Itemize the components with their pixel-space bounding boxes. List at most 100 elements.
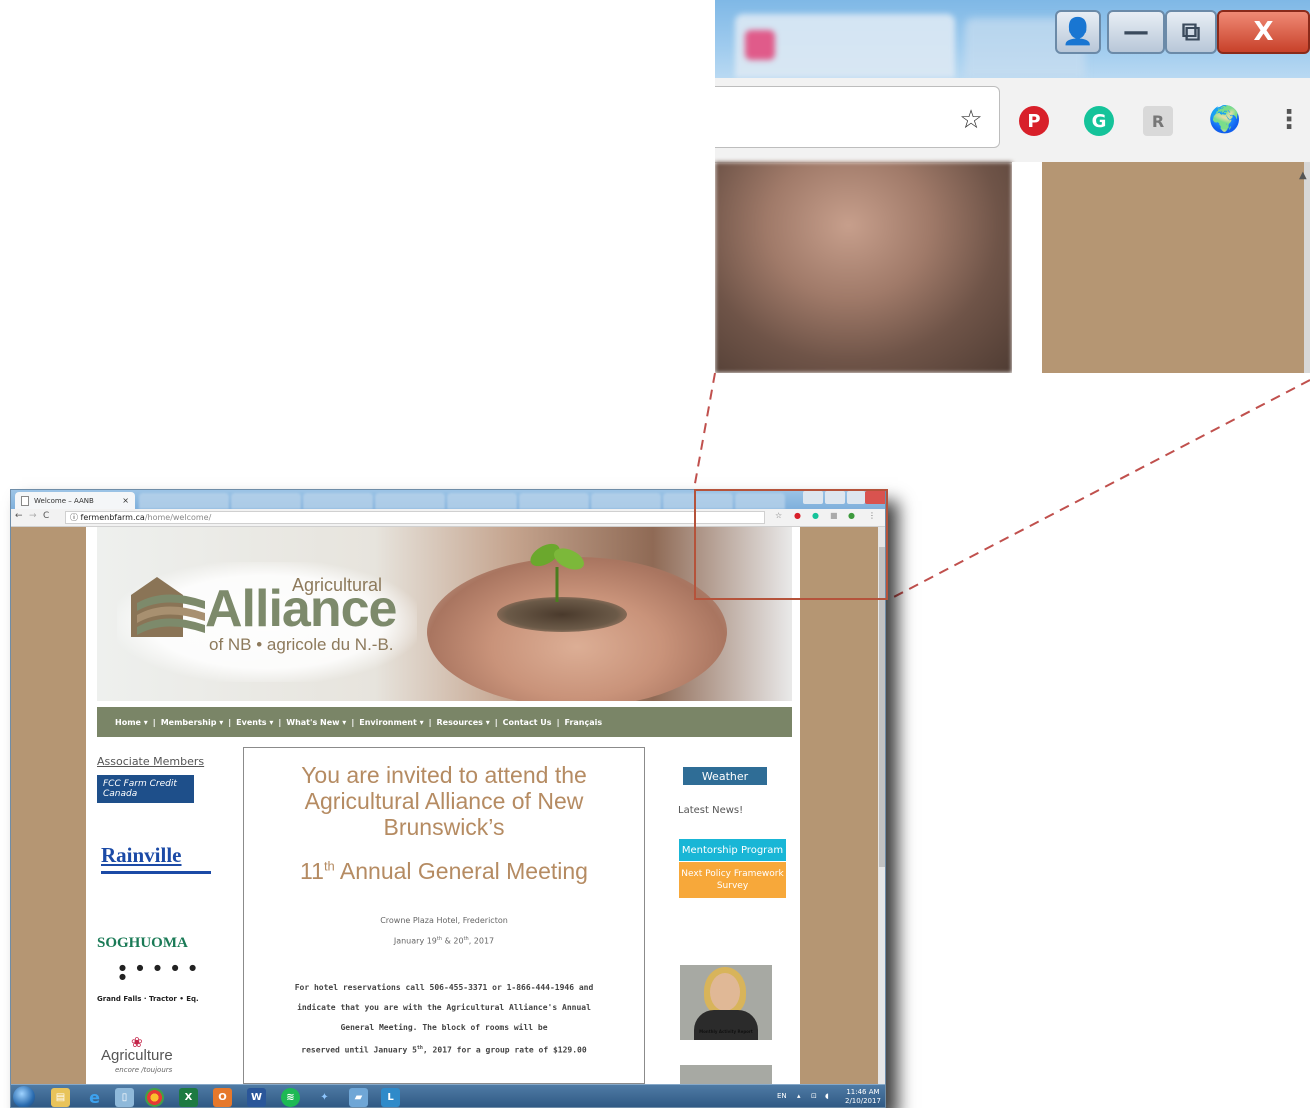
tab-blurred[interactable] bbox=[447, 493, 517, 509]
policy-survey-button[interactable]: Next Policy Framework Survey bbox=[679, 862, 786, 898]
invitation-headline: You are invited to attend the Agricultur… bbox=[301, 762, 587, 840]
word-icon[interactable]: W bbox=[247, 1088, 266, 1107]
agriculture-tagline: encore /toujours bbox=[115, 1066, 173, 1074]
forward-arrow-icon[interactable]: → bbox=[29, 511, 37, 521]
agm-title: 11th Annual General Meeting bbox=[300, 858, 588, 884]
page-icon bbox=[21, 495, 29, 506]
zoom-scrollbar[interactable] bbox=[1304, 162, 1310, 373]
zoom-page-content: ▲ bbox=[715, 162, 1310, 373]
tab-welcome[interactable]: Welcome – AANB × bbox=[15, 492, 135, 509]
scroll-up-arrow-icon[interactable]: ▲ bbox=[1299, 170, 1307, 181]
globe-icon[interactable]: 🌍 bbox=[1207, 102, 1243, 138]
url-domain: fermenbfarm.ca bbox=[80, 513, 145, 522]
nav-whats-new[interactable]: What's New ▾ bbox=[286, 718, 346, 727]
logo-text-alliance: Alliance bbox=[205, 580, 397, 638]
zoom-inset: 👤 — ⧉ X ☆ P G R 🌍 ⋮ ▲ bbox=[715, 0, 1310, 373]
lync-icon[interactable]: L bbox=[381, 1088, 400, 1107]
nav-membership[interactable]: Membership ▾ bbox=[161, 718, 224, 727]
associate-members-heading[interactable]: Associate Members bbox=[97, 755, 217, 768]
internet-explorer-icon[interactable]: e bbox=[85, 1088, 104, 1107]
spotify-icon[interactable]: ≋ bbox=[281, 1088, 300, 1107]
tab-blurred[interactable] bbox=[231, 493, 301, 509]
agriculture-logo[interactable]: Agriculture bbox=[101, 1047, 173, 1064]
tray-language[interactable]: EN bbox=[777, 1092, 787, 1100]
soghuoma-dots: ● ● ● ● ● ● bbox=[119, 963, 201, 981]
zoom-tab-favicon bbox=[745, 30, 775, 60]
nav-contact-us[interactable]: Contact Us bbox=[503, 718, 552, 727]
nav-francais[interactable]: Français bbox=[564, 718, 602, 727]
latest-news-heading: Latest News! bbox=[678, 805, 744, 816]
page-body: Agricultural Alliance of NB • agricole d… bbox=[86, 527, 800, 1084]
connector-right bbox=[887, 379, 1310, 601]
venue-text: Crowne Plaza Hotel, Fredericton bbox=[380, 916, 508, 925]
reload-icon[interactable]: C bbox=[43, 511, 49, 521]
file-explorer-icon[interactable]: ▤ bbox=[51, 1088, 70, 1107]
agm-announcement: You are invited to attend the Agricultur… bbox=[243, 747, 645, 1084]
volume-icon[interactable]: ◖ bbox=[825, 1092, 829, 1100]
page-scrollbar[interactable] bbox=[878, 527, 885, 1084]
nav-home[interactable]: Home ▾ bbox=[115, 718, 148, 727]
tab-blurred[interactable] bbox=[375, 493, 445, 509]
second-photo[interactable] bbox=[680, 1065, 772, 1084]
start-button[interactable] bbox=[13, 1086, 35, 1107]
tab-blurred[interactable] bbox=[139, 493, 229, 509]
grand-falls-tractor-logo[interactable]: Grand Falls · Tractor • Eq. bbox=[97, 995, 207, 1025]
dates-text: January 19th & 20th, 2017 bbox=[393, 936, 495, 946]
page-viewport: Agricultural Alliance of NB • agricole d… bbox=[11, 527, 878, 1084]
zoom-highlight-box bbox=[694, 489, 888, 600]
folder-icon[interactable]: ▰ bbox=[349, 1088, 368, 1107]
extension-r-icon[interactable]: R bbox=[1143, 106, 1173, 136]
zoom-banner-photo bbox=[715, 162, 1012, 373]
grammarly-icon[interactable]: G bbox=[1084, 106, 1114, 136]
nav-resources[interactable]: Resources ▾ bbox=[437, 718, 490, 727]
zoom-toolbar: ☆ P G R 🌍 ⋮ bbox=[715, 78, 1310, 163]
barn-logo-icon bbox=[131, 577, 205, 637]
rainville-logo[interactable]: Rainville bbox=[101, 843, 182, 868]
minimize-button[interactable]: — bbox=[1107, 10, 1165, 54]
url-path: /home/welcome/ bbox=[144, 513, 212, 522]
info-icon[interactable]: ⓘ bbox=[70, 513, 78, 522]
hotel-reservation-text: For hotel reservations call 506-455-3371… bbox=[294, 983, 594, 1055]
url-bar[interactable]: ⓘ fermenbfarm.ca/home/welcome/ bbox=[65, 511, 765, 524]
connector-left bbox=[693, 372, 716, 490]
nav-environment[interactable]: Environment ▾ bbox=[359, 718, 423, 727]
tab-blurred[interactable] bbox=[591, 493, 661, 509]
tab-close-icon[interactable]: × bbox=[122, 496, 129, 505]
close-window-button[interactable]: X bbox=[1217, 10, 1310, 54]
site-banner: Agricultural Alliance of NB • agricole d… bbox=[97, 527, 792, 701]
zoom-tab-strip: 👤 — ⧉ X bbox=[715, 0, 1310, 78]
nav-events[interactable]: Events ▾ bbox=[236, 718, 273, 727]
profile-icon[interactable]: 👤 bbox=[1055, 10, 1101, 54]
rainville-underline bbox=[101, 871, 211, 874]
outlook-icon[interactable]: O bbox=[213, 1088, 232, 1107]
tab-blurred[interactable] bbox=[303, 493, 373, 509]
tab-blurred[interactable] bbox=[519, 493, 589, 509]
back-arrow-icon[interactable]: ← bbox=[15, 511, 23, 521]
taskbar-clock[interactable]: 11:46 AM 2/10/2017 bbox=[845, 1088, 881, 1106]
chrome-icon[interactable] bbox=[145, 1088, 164, 1107]
excel-icon[interactable]: X bbox=[179, 1088, 198, 1107]
logo-text-subtitle: of NB • agricole du N.-B. bbox=[209, 635, 394, 654]
fcc-logo[interactable]: FCC Farm Credit Canada bbox=[97, 775, 194, 803]
bookmark-star-icon[interactable]: ☆ bbox=[953, 102, 989, 138]
zoom-page-edge bbox=[1012, 162, 1042, 373]
media-player-icon[interactable]: ✦ bbox=[315, 1088, 334, 1107]
pinterest-icon[interactable]: P bbox=[1019, 106, 1049, 136]
tab-title: Welcome – AANB bbox=[34, 496, 94, 505]
restore-button[interactable]: ⧉ bbox=[1165, 10, 1217, 54]
notepad-icon[interactable]: ▯ bbox=[115, 1088, 134, 1107]
tray-arrow-icon[interactable]: ▴ bbox=[797, 1092, 801, 1100]
zoom-tan-background bbox=[1042, 162, 1304, 373]
sprout-icon bbox=[530, 543, 584, 602]
menu-kebab-icon[interactable]: ⋮ bbox=[1271, 102, 1307, 138]
soil-photo bbox=[497, 597, 627, 632]
mentorship-program-button[interactable]: Mentorship Program bbox=[679, 839, 786, 861]
associate-members-column: Associate Members FCC Farm Credit Canada… bbox=[97, 755, 217, 1074]
windows-taskbar: ▤ e ▯ X O W ≋ ✦ ▰ L EN ▴ ⊡ ◖ 11:46 AM 2/1… bbox=[11, 1084, 885, 1107]
main-nav: Home ▾ | Membership ▾ | Events ▾ | What's N… bbox=[97, 707, 792, 737]
soghuoma-logo[interactable]: SOGHUOMA bbox=[97, 935, 188, 952]
network-icon[interactable]: ⊡ bbox=[811, 1092, 817, 1100]
monthly-report-photo[interactable]: Monthly Activity Report bbox=[680, 965, 772, 1040]
photo-caption: Monthly Activity Report bbox=[699, 1029, 753, 1034]
weather-button[interactable]: Weather bbox=[683, 767, 767, 785]
